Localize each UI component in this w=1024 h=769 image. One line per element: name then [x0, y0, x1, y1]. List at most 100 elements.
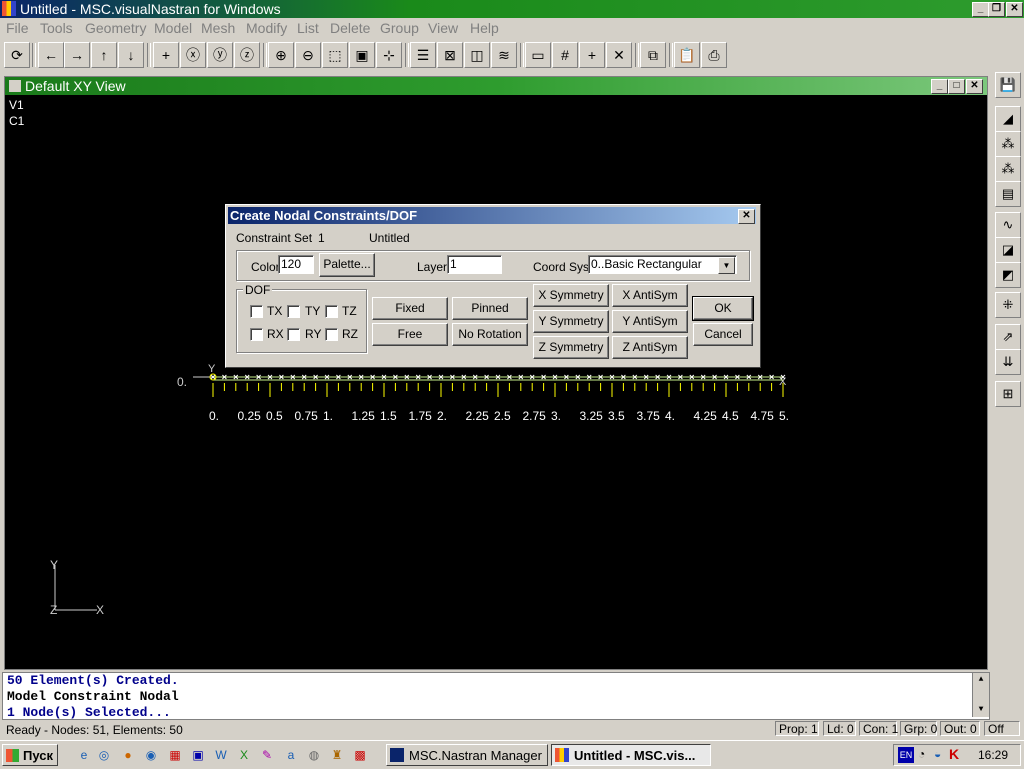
app-icon-6[interactable]: ◍ — [306, 747, 322, 763]
rotate-y-icon[interactable]: ⓨ — [207, 42, 233, 68]
ry-checkbox[interactable] — [287, 328, 300, 341]
rz-checkbox[interactable] — [325, 328, 338, 341]
zoom-window-icon[interactable]: ⬚ — [322, 42, 348, 68]
app-icon-5[interactable]: a — [283, 747, 299, 763]
dialog-close-button[interactable]: ✕ — [738, 209, 755, 224]
cube-icon[interactable]: ◫ — [464, 42, 490, 68]
solid-icon[interactable]: ◩ — [995, 262, 1021, 288]
y-antisym-button[interactable]: Y AntiSym — [612, 310, 688, 333]
surface-icon[interactable]: ◪ — [995, 237, 1021, 263]
color-input[interactable]: 120 — [278, 255, 314, 274]
tz-checkbox[interactable] — [325, 305, 338, 318]
explorer-icon[interactable]: ◎ — [96, 747, 112, 763]
print-icon[interactable]: ⎙ — [701, 42, 727, 68]
menu-mesh[interactable]: Mesh — [201, 20, 235, 36]
app-icon-2[interactable]: ▦ — [167, 747, 183, 763]
menu-model[interactable]: Model — [154, 20, 192, 36]
menu-modify[interactable]: Modify — [246, 20, 287, 36]
arrow-down-icon[interactable]: ↓ — [118, 42, 144, 68]
center-icon[interactable]: ⊹ — [376, 42, 402, 68]
chevron-down-icon[interactable]: ▼ — [718, 257, 735, 274]
mesh-node-icon[interactable]: ⁂ — [995, 131, 1021, 157]
menu-view[interactable]: View — [428, 20, 458, 36]
excel-icon[interactable]: X — [236, 747, 252, 763]
menu-file[interactable]: File — [6, 20, 29, 36]
media-icon[interactable]: ● — [120, 747, 136, 763]
app-icon-4[interactable]: ✎ — [259, 747, 275, 763]
app-icon-8[interactable]: ▩ — [352, 747, 368, 763]
word-icon[interactable]: W — [213, 747, 229, 763]
arrow-up-icon[interactable]: ↑ — [91, 42, 117, 68]
menu-list[interactable]: List — [297, 20, 319, 36]
menu-tools[interactable]: Tools — [40, 20, 73, 36]
rx-checkbox[interactable] — [250, 328, 263, 341]
list-icon[interactable]: ☰ — [410, 42, 436, 68]
cancel-button[interactable]: Cancel — [693, 323, 753, 346]
palette-button[interactable]: Palette... — [319, 253, 375, 277]
curve-icon[interactable]: ∿ — [995, 212, 1021, 238]
view-minimize-button[interactable]: _ — [931, 79, 948, 94]
antivirus-icon[interactable]: K — [949, 746, 959, 762]
coord-sys-select[interactable]: 0..Basic Rectangular ▼ — [588, 255, 737, 274]
copy-window-icon[interactable]: ⧉ — [640, 42, 666, 68]
x-antisym-button[interactable]: X AntiSym — [612, 284, 688, 307]
start-button[interactable]: Пуск — [2, 744, 58, 766]
z-symmetry-button[interactable]: Z Symmetry — [533, 336, 609, 359]
free-button[interactable]: Free — [372, 323, 448, 346]
grid-icon[interactable]: # — [552, 42, 578, 68]
app-icon-3[interactable]: ▣ — [190, 747, 206, 763]
outlook-icon[interactable]: ◉ — [143, 747, 159, 763]
minimize-button[interactable]: _ — [972, 2, 989, 17]
menu-geometry[interactable]: Geometry — [85, 20, 146, 36]
regenerate-icon[interactable]: ⟳ — [4, 42, 30, 68]
box-x-icon[interactable]: ⊠ — [437, 42, 463, 68]
crosshair-icon[interactable]: + — [579, 42, 605, 68]
close-button[interactable]: ✕ — [1006, 2, 1023, 17]
layers-icon[interactable]: ≋ — [491, 42, 517, 68]
y-symmetry-button[interactable]: Y Symmetry — [533, 310, 609, 333]
menu-help[interactable]: Help — [470, 20, 499, 36]
autoscale-icon[interactable]: ▣ — [349, 42, 375, 68]
view-maximize-button[interactable]: □ — [948, 79, 965, 94]
no-rotation-button[interactable]: No Rotation — [452, 323, 528, 346]
arrow-left-icon[interactable]: ← — [38, 42, 64, 68]
ty-checkbox[interactable] — [287, 305, 300, 318]
restore-button[interactable]: ❐ — [988, 2, 1005, 17]
scroll-down-icon[interactable]: ▼ — [973, 703, 989, 717]
group-icon[interactable]: ▤ — [995, 181, 1021, 207]
layer-input[interactable]: 1 — [447, 255, 502, 274]
clock[interactable]: 16:29 — [978, 748, 1008, 762]
pinned-button[interactable]: Pinned — [452, 297, 528, 320]
task-nastran-manager[interactable]: MSC.Nastran Manager — [386, 744, 548, 766]
window-icon[interactable]: ▭ — [525, 42, 551, 68]
ie-icon[interactable]: e — [76, 747, 92, 763]
node-grid-icon[interactable]: ⁜ — [995, 292, 1021, 318]
tx-checkbox[interactable] — [250, 305, 263, 318]
menu-delete[interactable]: Delete — [330, 20, 370, 36]
load-icon[interactable]: ⇗ — [995, 324, 1021, 350]
zoom-in-icon[interactable]: ⊕ — [268, 42, 294, 68]
language-indicator[interactable]: EN — [898, 747, 914, 763]
app-icon-7[interactable]: ♜ — [329, 747, 345, 763]
console-scrollbar[interactable]: ▲ ▼ — [972, 673, 989, 717]
arrow-right-icon[interactable]: → — [64, 42, 90, 68]
constraint-icon[interactable]: ⇊ — [995, 349, 1021, 375]
graphics-canvas[interactable]: V1 C1 Y X Z 0. Y X 0. 0.25 0.5 0.75 1. 1.25 1.… — [5, 95, 987, 669]
view-close-button[interactable]: ✕ — [966, 79, 983, 94]
rotate-z-icon[interactable]: ⓩ — [234, 42, 260, 68]
delete-x-icon[interactable]: ✕ — [606, 42, 632, 68]
scroll-up-icon[interactable]: ▲ — [973, 673, 989, 687]
tray-icon-2[interactable]: ◒ — [934, 747, 941, 761]
z-antisym-button[interactable]: Z AntiSym — [612, 336, 688, 359]
window-layout-icon[interactable]: ⊞ — [995, 381, 1021, 407]
mesh-elem-icon[interactable]: ⁂ — [995, 156, 1021, 182]
app-icon[interactable] — [2, 1, 16, 16]
plus-icon[interactable]: + — [153, 42, 179, 68]
save-icon[interactable]: 💾 — [995, 72, 1021, 98]
tray-icon-1[interactable]: ◔ — [918, 747, 925, 761]
message-console[interactable]: 50 Element(s) Created. Model Constraint … — [2, 672, 990, 720]
rotate-x-icon[interactable]: ⓧ — [180, 42, 206, 68]
x-symmetry-button[interactable]: X Symmetry — [533, 284, 609, 307]
zoom-out-icon[interactable]: ⊖ — [295, 42, 321, 68]
menu-group[interactable]: Group — [380, 20, 419, 36]
